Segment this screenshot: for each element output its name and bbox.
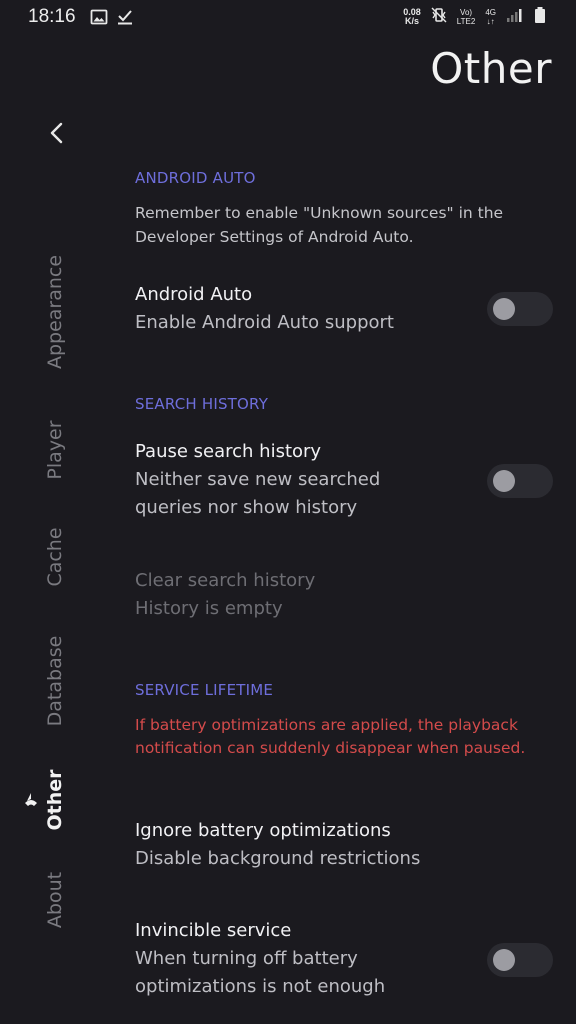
status-right-icons: 0.08 K/s Vo) LTE2 4G ↓↑ — [403, 6, 548, 28]
status-bar: 18:16 0.08 K/s Vo) LTE2 4G ↓↑ — [0, 0, 576, 36]
battery-warning-note: If battery optimizations are applied, th… — [135, 716, 526, 757]
pref-pause-search-history[interactable]: Pause search history Neither save new se… — [135, 438, 560, 522]
toggle-knob — [493, 470, 515, 492]
invincible-service-toggle[interactable] — [487, 943, 553, 977]
network-type: 4G ↓↑ — [485, 8, 496, 26]
active-tab-indicator-icon — [25, 793, 37, 806]
pref-invincible-service[interactable]: Invincible service When turning off batt… — [135, 917, 560, 1001]
pause-search-history-toggle[interactable] — [487, 464, 553, 498]
pref-title: Pause search history — [135, 441, 322, 462]
nav-tab-other[interactable]: Other — [44, 769, 66, 830]
nav-tab-database[interactable]: Database — [44, 636, 66, 727]
android-auto-note: Remember to enable "Unknown sources" in … — [135, 204, 504, 246]
nav-tab-player[interactable]: Player — [44, 420, 66, 479]
download-done-icon — [116, 8, 134, 30]
pref-summary: Disable background restrictions — [135, 848, 421, 869]
section-header-service-lifetime: SERVICE LIFETIME — [135, 681, 274, 699]
pref-summary: History is empty — [135, 598, 283, 619]
pref-title: Clear search history — [135, 570, 316, 591]
status-left-icons — [90, 8, 134, 30]
nav-tab-about[interactable]: About — [44, 872, 66, 928]
nav-tab-cache[interactable]: Cache — [44, 527, 66, 586]
status-time: 18:16 — [28, 6, 76, 27]
pref-summary: Enable Android Auto support — [135, 312, 394, 333]
pref-clear-search-history[interactable]: Clear search history History is empty — [135, 567, 560, 623]
nav-tab-appearance[interactable]: Appearance — [44, 255, 66, 369]
pref-android-auto[interactable]: Android Auto Enable Android Auto support — [135, 281, 560, 337]
signal-icon — [506, 6, 522, 28]
vibrate-icon — [431, 6, 447, 28]
toggle-knob — [493, 949, 515, 971]
page-title: Other — [430, 44, 552, 93]
volte-indicator: Vo) LTE2 — [456, 8, 476, 26]
pref-title: Ignore battery optimizations — [135, 820, 391, 841]
chevron-left-icon — [50, 122, 63, 144]
toggle-knob — [493, 298, 515, 320]
section-header-android-auto: ANDROID AUTO — [135, 169, 256, 187]
pref-ignore-battery-optimizations[interactable]: Ignore battery optimizations Disable bac… — [135, 817, 560, 873]
section-header-search-history: SEARCH HISTORY — [135, 395, 269, 413]
pref-summary: When turning off battery optimizations i… — [135, 948, 386, 997]
network-speed: 0.08 K/s — [403, 7, 421, 26]
back-button[interactable] — [40, 116, 72, 150]
battery-icon — [532, 6, 548, 28]
pref-summary: Neither save new searched queries nor sh… — [135, 469, 381, 518]
android-auto-toggle[interactable] — [487, 292, 553, 326]
pref-title: Invincible service — [135, 920, 292, 941]
image-icon — [90, 8, 108, 30]
